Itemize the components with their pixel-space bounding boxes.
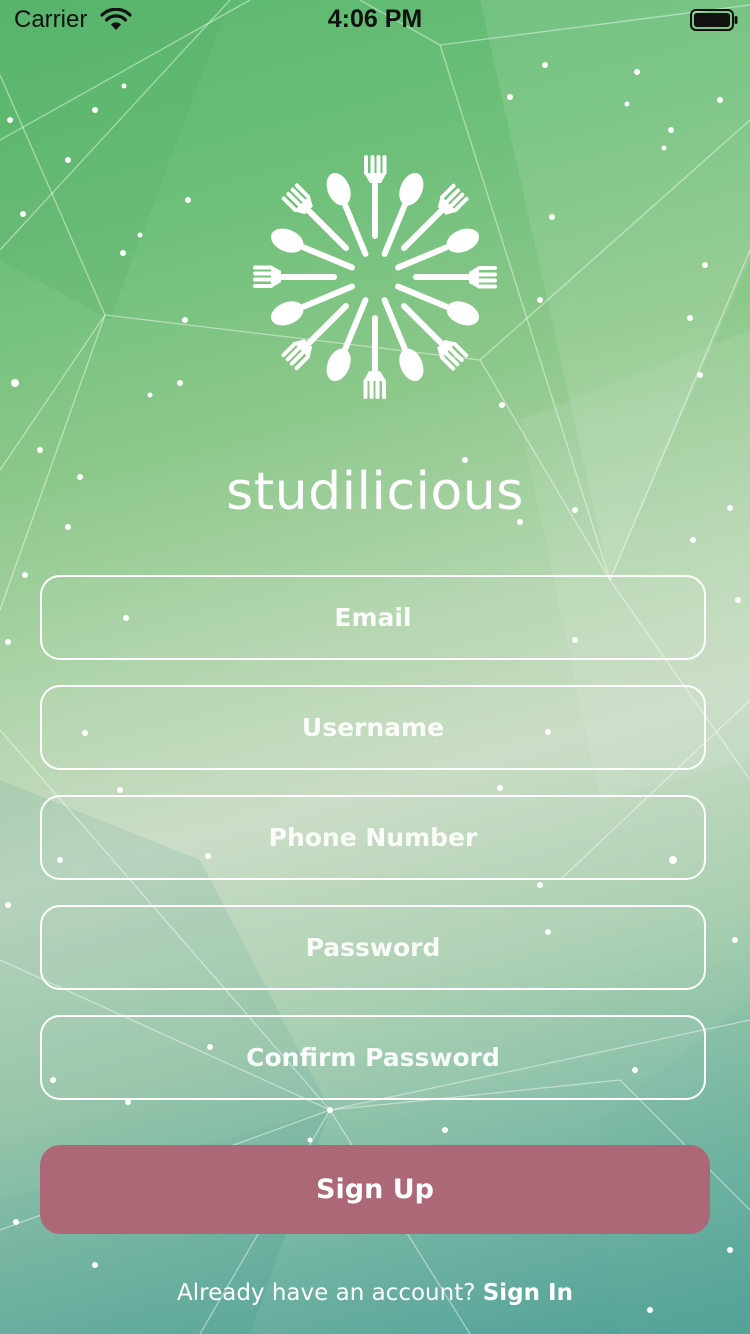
password-input[interactable]: [42, 906, 704, 989]
spoon-icon: [267, 275, 359, 331]
phone-number-input[interactable]: [42, 796, 704, 879]
email-input[interactable]: [42, 576, 704, 659]
sign-in-link[interactable]: Sign In: [483, 1280, 573, 1306]
username-field[interactable]: [40, 685, 706, 770]
status-time: 4:06 PM: [327, 5, 423, 33]
phone-number-field[interactable]: [40, 795, 706, 880]
sign-in-prompt: Already have an account? Sign In: [0, 1280, 750, 1306]
spoon-icon: [391, 223, 483, 279]
status-bar: Carrier 4:06 PM: [0, 0, 750, 40]
email-field[interactable]: [40, 575, 706, 660]
spoon-icon: [373, 293, 429, 385]
spoon-icon: [321, 169, 377, 261]
spoon-icon: [373, 169, 429, 261]
fork-icon: [364, 155, 387, 239]
cutlery-burst-icon: [253, 155, 497, 399]
fork-icon: [253, 265, 337, 288]
fork-icon: [363, 315, 386, 399]
spoon-icon: [391, 275, 483, 331]
sign-up-button[interactable]: Sign Up: [40, 1145, 710, 1234]
fork-icon: [413, 266, 497, 289]
app-name: studilicious: [226, 462, 524, 522]
confirm-password-input[interactable]: [42, 1016, 704, 1099]
spoon-icon: [267, 223, 359, 279]
username-input[interactable]: [42, 686, 704, 769]
password-field[interactable]: [40, 905, 706, 990]
confirm-password-field[interactable]: [40, 1015, 706, 1100]
sign-in-prompt-text: Already have an account?: [177, 1280, 476, 1306]
signup-screen: Carrier 4:06 PM studilicious Email Usern…: [0, 0, 750, 1334]
battery-icon: [690, 9, 738, 31]
spoon-icon: [321, 293, 377, 385]
